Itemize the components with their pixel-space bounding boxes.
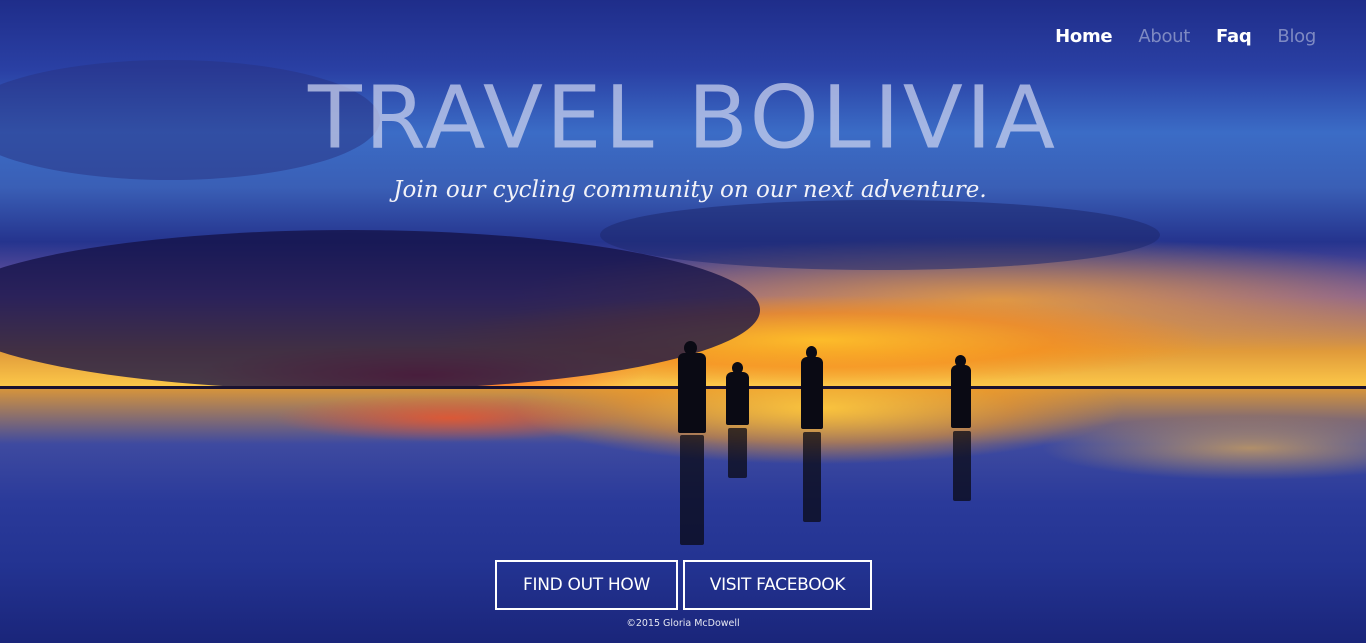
- person-reflection: [728, 428, 747, 478]
- person-silhouette: [678, 353, 706, 433]
- nav-about[interactable]: About: [1138, 26, 1190, 47]
- copyright-text: ©2015 Gloria McDowell: [626, 618, 740, 629]
- person-silhouette: [951, 365, 971, 428]
- dark-cloud: [600, 200, 1160, 270]
- person-reflection: [953, 431, 971, 501]
- person-reflection: [680, 435, 704, 545]
- nav-home[interactable]: Home: [1055, 26, 1113, 47]
- visit-facebook-button[interactable]: VISIT FACEBOOK: [683, 560, 872, 610]
- page-title: TRAVEL BOLIVIA: [307, 67, 1059, 168]
- person-silhouette: [801, 357, 823, 429]
- nav-faq[interactable]: Faq: [1216, 26, 1252, 47]
- person-silhouette: [726, 372, 749, 425]
- person-reflection: [803, 432, 821, 522]
- page-subtitle: Join our cycling community on our next a…: [393, 177, 987, 203]
- top-navigation: Home About Faq Blog: [1055, 26, 1316, 47]
- nav-blog[interactable]: Blog: [1277, 26, 1316, 47]
- cta-buttons: FIND OUT HOW VISIT FACEBOOK: [495, 560, 872, 610]
- find-out-how-button[interactable]: FIND OUT HOW: [495, 560, 678, 610]
